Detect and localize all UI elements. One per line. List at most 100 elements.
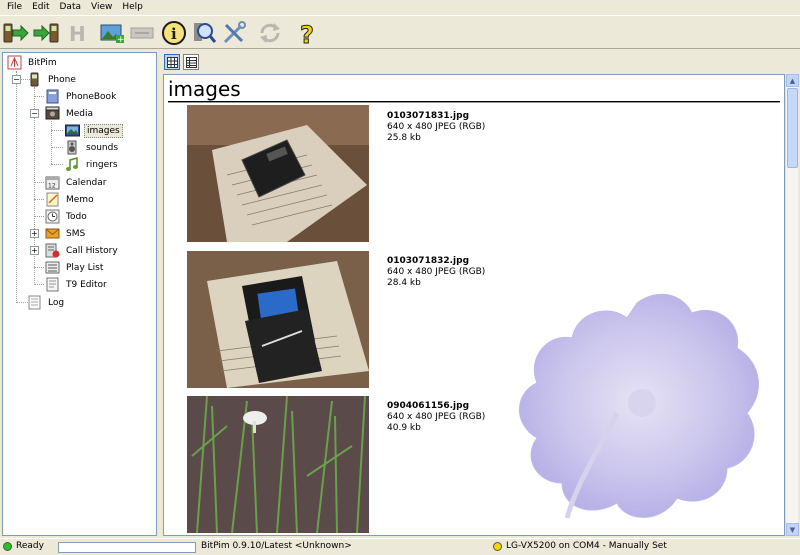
tree-label: Phone [48, 74, 76, 85]
tree-item-sounds[interactable]: sounds [65, 139, 120, 156]
log-icon [28, 295, 41, 310]
settings-button[interactable] [220, 19, 248, 47]
tree-line [34, 216, 44, 217]
tree-item-call-history[interactable]: Call History [45, 242, 120, 259]
image-filename: 0103071831.jpg [387, 111, 470, 121]
scroll-down-arrow-icon[interactable]: ▼ [786, 523, 799, 536]
help-button[interactable]: ? [294, 19, 322, 47]
image-info: 0103071831.jpg 640 x 480 JPEG (RGB) 25.8… [387, 111, 485, 144]
tree-item-play-list[interactable]: Play List [45, 259, 105, 276]
tree-label: Calendar [66, 177, 107, 188]
image-size: 28.4 kb [387, 278, 421, 288]
tree-item-t9-editor[interactable]: T9 Editor [45, 276, 109, 293]
image-thumbnail[interactable] [187, 251, 369, 388]
find-phone-button[interactable] [190, 19, 218, 47]
heading-divider [168, 101, 780, 103]
info-button[interactable]: i [160, 19, 188, 47]
vertical-scrollbar[interactable]: ▲ ▼ [785, 74, 799, 536]
menu-help[interactable]: Help [117, 0, 148, 14]
image-thumbnail[interactable] [187, 396, 369, 533]
sounds-icon [67, 140, 77, 155]
svg-text:+: + [117, 35, 125, 45]
phonebook-icon [46, 89, 59, 104]
photo-camera-on-newspaper [187, 105, 369, 242]
tree-label: Log [48, 297, 65, 308]
content-panel: images 0103071831.jpg 640 x 480 JPEG (RG… [162, 52, 799, 536]
tree-line [51, 121, 52, 164]
tree-expander-phone[interactable]: − [12, 75, 21, 84]
tree-item-ringers[interactable]: ringers [65, 156, 120, 173]
image-thumbnail[interactable] [187, 105, 369, 242]
tree-item-phonebook[interactable]: PhoneBook [45, 88, 118, 105]
tree-label: images [84, 123, 123, 138]
phone-arrow-out-icon [33, 23, 59, 43]
delete-icon [130, 27, 154, 39]
tree-item-phone[interactable]: Phone [27, 71, 78, 88]
calendar-icon: 12 [45, 176, 60, 190]
image-info: 0103071832.jpg 640 x 480 JPEG (RGB) 28.4… [387, 256, 485, 289]
refresh-button[interactable] [256, 19, 284, 47]
tree-line [51, 130, 63, 131]
status-version: BitPim 0.9.10/Latest <Unknown> [201, 541, 352, 551]
tree-item-images[interactable]: images [65, 122, 123, 139]
list-view-button[interactable] [183, 54, 199, 70]
memo-icon [46, 192, 59, 207]
page-title: images [168, 77, 241, 101]
tree-label: ringers [86, 159, 118, 170]
tree-line [16, 71, 17, 303]
menu-edit[interactable]: Edit [27, 0, 54, 14]
image-dimensions: 640 x 480 JPEG (RGB) [387, 267, 486, 277]
menu-view[interactable]: View [86, 0, 117, 14]
todo-icon [45, 209, 60, 224]
scroll-up-arrow-icon[interactable]: ▲ [786, 74, 799, 87]
tree-item-sms[interactable]: SMS [45, 225, 87, 242]
magnifier-phone-icon [194, 23, 217, 43]
tree-line [51, 164, 63, 165]
tree-expander-media[interactable]: − [30, 109, 39, 118]
history-button[interactable]: H [62, 19, 90, 47]
images-icon [65, 124, 80, 137]
ringers-icon [66, 157, 78, 171]
tree-label: PhoneBook [66, 91, 117, 102]
menubar: File Edit Data View Help [0, 0, 800, 14]
svg-text:H: H [69, 22, 86, 46]
tree-line [34, 96, 44, 97]
tree-label: Play List [66, 262, 104, 273]
image-size: 40.9 kb [387, 423, 421, 433]
tree-expander-call-history[interactable]: + [30, 246, 39, 255]
toolbar: H + i ? [0, 15, 800, 49]
grid-view-icon [166, 56, 178, 68]
tree-expander-sms[interactable]: + [30, 229, 39, 238]
tree-label: SMS [66, 228, 86, 239]
tree-item-log[interactable]: Log [27, 294, 66, 311]
add-image-button[interactable]: + [98, 19, 126, 47]
status-phone: LG-VX5200 on COM4 - Manually Set [506, 541, 667, 551]
get-phone-data-button[interactable] [2, 19, 30, 47]
tree-label: Call History [66, 245, 118, 256]
sms-icon [45, 228, 60, 239]
tree-item-calendar[interactable]: 12 Calendar [45, 174, 108, 191]
photo-handheld-console [187, 251, 369, 388]
tree-item-memo[interactable]: Memo [45, 191, 96, 208]
tree-line [34, 284, 44, 285]
bitpim-icon [7, 55, 22, 70]
icon-view-button[interactable] [164, 54, 180, 70]
image-filename: 0904061156.jpg [387, 401, 470, 411]
menu-data[interactable]: Data [55, 0, 87, 14]
tree-item-bitpim[interactable]: BitPim [7, 54, 59, 71]
tree-item-media[interactable]: Media [45, 105, 95, 122]
delete-button[interactable] [128, 19, 156, 47]
send-phone-data-button[interactable] [32, 19, 60, 47]
image-info: 0904061156.jpg 640 x 480 JPEG (RGB) 40.9… [387, 401, 485, 434]
tree-item-todo[interactable]: Todo [45, 208, 89, 225]
tree-label: sounds [86, 142, 119, 153]
hibiscus-watermark-image [518, 293, 759, 519]
play-list-icon [45, 261, 60, 274]
media-icon [45, 106, 60, 120]
image-listing: images 0103071831.jpg 640 x 480 JPEG (RG… [163, 74, 785, 536]
photo-mushroom-in-grass [187, 396, 369, 533]
menu-file[interactable]: File [2, 0, 27, 14]
tree-label: T9 Editor [66, 279, 107, 290]
scrollbar-thumb[interactable] [787, 88, 798, 168]
image-dimensions: 640 x 480 JPEG (RGB) [387, 122, 486, 132]
